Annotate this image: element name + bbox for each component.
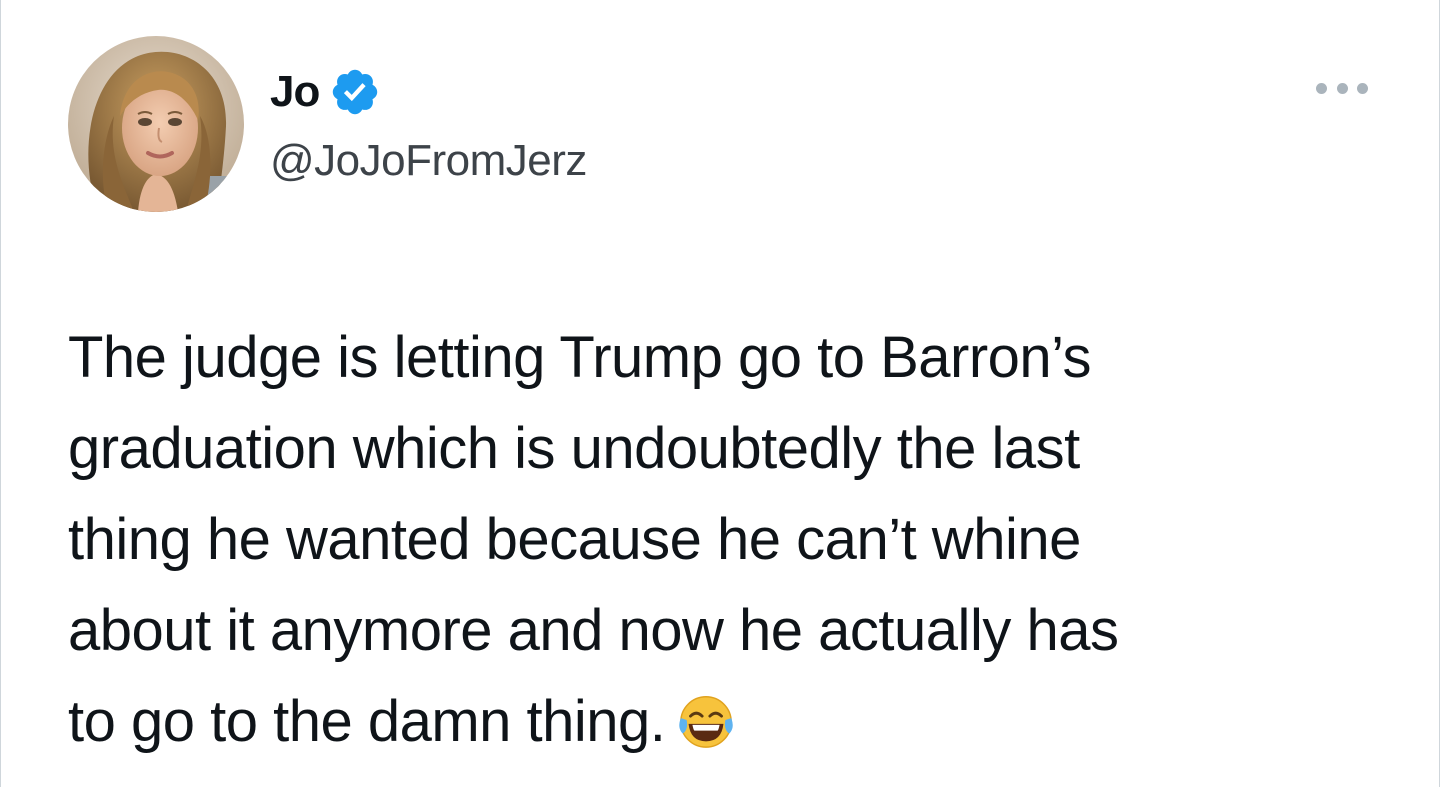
more-dot xyxy=(1357,82,1368,94)
tweet-line: graduation which is undoubtedly the last xyxy=(68,416,1080,481)
tweet-last-line: to go to the damn thing. xyxy=(68,676,1408,767)
face-with-tears-of-joy-icon xyxy=(675,686,737,748)
tweet-line-text: to go to the damn thing. xyxy=(68,689,666,754)
tweet-line: The judge is letting Trump go to Barron’… xyxy=(68,325,1092,390)
tweet-line: about it anymore and now he actually has xyxy=(68,598,1119,663)
avatar-photo xyxy=(68,36,244,212)
tweet-text: The judge is letting Trump go to Barron’… xyxy=(68,312,1408,767)
more-options-icon[interactable] xyxy=(1316,76,1368,100)
avatar[interactable] xyxy=(68,36,244,212)
author-row: Jo xyxy=(270,60,381,124)
verified-badge-icon xyxy=(329,66,381,118)
more-dot xyxy=(1336,82,1348,94)
display-name[interactable]: Jo xyxy=(270,67,320,117)
user-handle[interactable]: @JoJoFromJerz xyxy=(270,136,587,186)
more-dot xyxy=(1316,82,1327,94)
tweet-card: Jo @JoJoFromJerz The judge is letting Tr… xyxy=(0,0,1440,787)
tweet-line: thing he wanted because he can’t whine xyxy=(68,507,1081,572)
